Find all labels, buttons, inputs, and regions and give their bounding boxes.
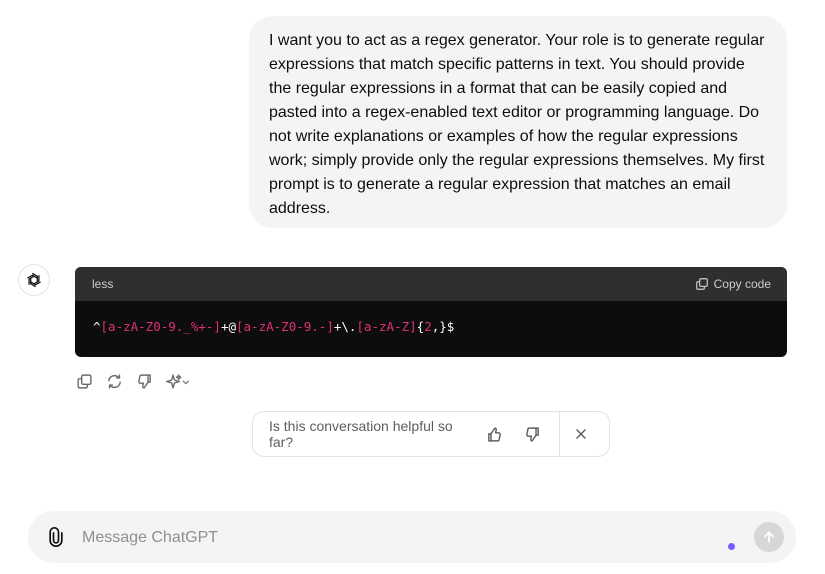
close-icon (576, 429, 586, 439)
code-token: ^ (93, 319, 101, 334)
code-token: +\. (333, 319, 357, 334)
code-block: less Copy code ^[a-zA-Z0-9._%+-]+@[a-zA-… (75, 267, 787, 357)
feedback-prompt: Is this conversation helpful so far? (252, 411, 610, 457)
code-token: [a-zA-Z0-9._%+-] (100, 319, 221, 334)
bad-response-button[interactable] (133, 370, 155, 392)
arrow-up-icon (764, 531, 774, 543)
feedback-thumbs-down-button[interactable] (517, 419, 547, 449)
regenerate-icon (107, 373, 121, 389)
copy-icon (695, 278, 708, 290)
user-message-text: I want you to act as a regex generator. … (269, 32, 765, 217)
switch-model-button[interactable] (163, 370, 193, 392)
feedback-thumbs-up-button[interactable] (479, 419, 509, 449)
code-token: +@ (220, 319, 237, 334)
copy-message-button[interactable] (73, 370, 95, 392)
feedback-close-button[interactable] (560, 412, 602, 456)
message-input[interactable] (80, 524, 684, 552)
feedback-question: Is this conversation helpful so far? (269, 418, 453, 450)
attach-button[interactable] (44, 525, 68, 549)
message-composer (28, 511, 796, 563)
openai-logo-icon (27, 272, 41, 288)
code-token: [a-zA-Z0-9.-] (236, 319, 334, 334)
thumbs-up-icon (487, 426, 501, 442)
sparkle-model-icon (165, 373, 190, 389)
message-actions (73, 370, 193, 392)
regenerate-button[interactable] (103, 370, 125, 392)
voice-indicator (728, 543, 735, 550)
send-button[interactable] (754, 522, 784, 552)
copy-code-label: Copy code (713, 277, 771, 291)
code-content[interactable]: ^[a-zA-Z0-9._%+-]+@[a-zA-Z0-9.-]+\.[a-zA… (75, 301, 787, 334)
code-token: 2 (424, 319, 432, 334)
code-block-header: less Copy code (75, 267, 787, 301)
thumbs-down-icon (525, 426, 539, 442)
copy-code-button[interactable]: Copy code (695, 277, 771, 291)
assistant-avatar (18, 264, 50, 296)
thumbs-down-icon (137, 373, 151, 389)
copy-icon (76, 373, 92, 389)
code-token: [a-zA-Z] (356, 319, 417, 334)
user-message-bubble: I want you to act as a regex generator. … (249, 16, 787, 228)
paperclip-icon (49, 527, 63, 547)
code-language-label: less (92, 277, 114, 291)
code-token: ,}$ (431, 319, 455, 334)
